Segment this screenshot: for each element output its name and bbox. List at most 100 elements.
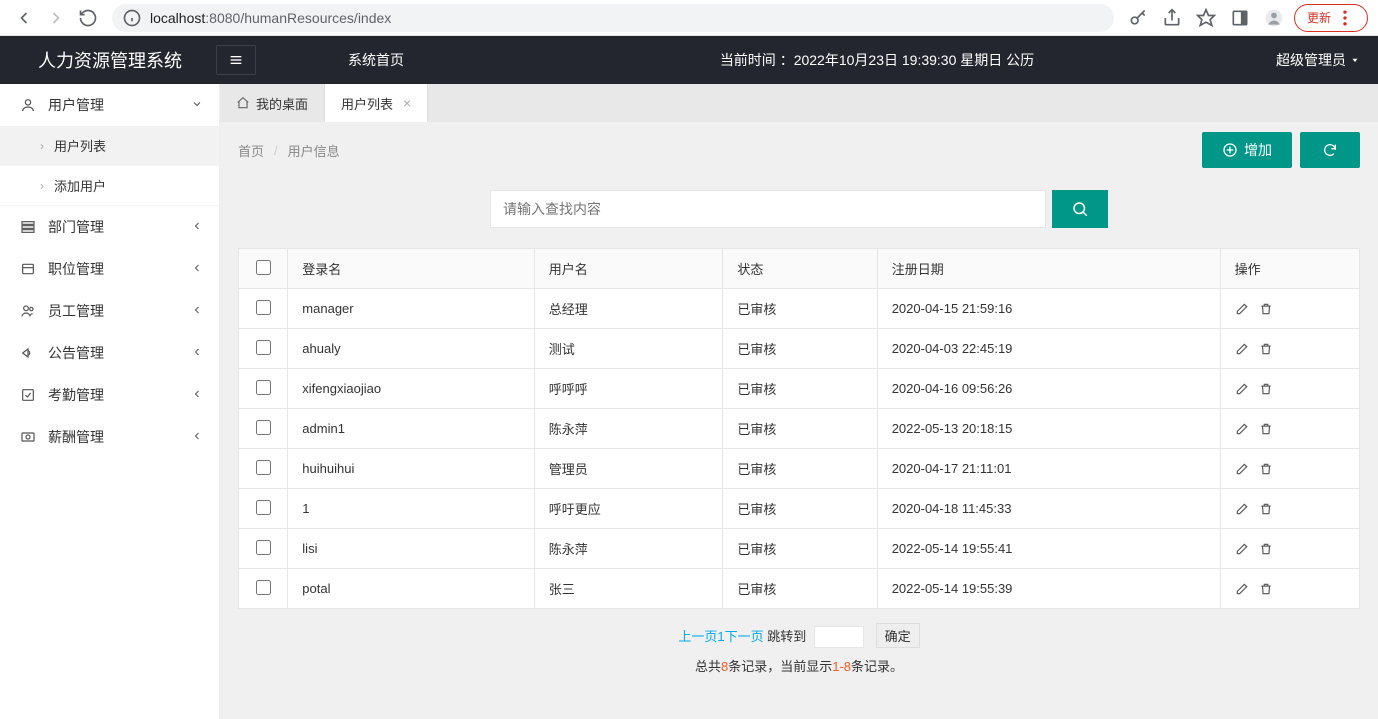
sidebar-item-label: 部门管理 <box>48 217 104 237</box>
delete-icon[interactable] <box>1259 502 1273 516</box>
browser-reload-button[interactable] <box>74 4 102 32</box>
pager-confirm-button[interactable]: 确定 <box>876 623 920 648</box>
row-checkbox[interactable] <box>256 540 271 555</box>
refresh-icon <box>1322 142 1338 158</box>
sidebar-item-label: 员工管理 <box>48 301 104 321</box>
row-actions <box>1235 462 1345 476</box>
user-menu[interactable]: 超级管理员 <box>1258 36 1378 84</box>
cell-status: 已审核 <box>723 289 877 329</box>
add-button[interactable]: 增加 <box>1202 132 1292 168</box>
url-port: :8080 <box>205 10 240 26</box>
browser-url-box[interactable]: localhost:8080/humanResources/index <box>112 4 1114 32</box>
edit-icon[interactable] <box>1235 302 1249 316</box>
row-checkbox[interactable] <box>256 380 271 395</box>
edit-icon[interactable] <box>1235 342 1249 356</box>
table-header-row: 登录名 用户名 状态 注册日期 操作 <box>239 249 1360 289</box>
sidebar-item-user-mgmt[interactable]: 用户管理 <box>0 84 219 126</box>
salary-icon <box>20 429 36 445</box>
pager-summary: 总共8条记录，当前显示1-8条记录。 <box>238 652 1360 679</box>
panel-icon[interactable] <box>1226 4 1254 32</box>
user-icon <box>20 97 36 113</box>
th-date: 注册日期 <box>877 249 1220 289</box>
row-checkbox[interactable] <box>256 340 271 355</box>
table-row: huihuihui管理员已审核2020-04-17 21:11:01 <box>239 449 1360 489</box>
pager-page[interactable]: 1 <box>717 629 724 644</box>
row-actions <box>1235 382 1345 396</box>
sidebar-item-attendance-mgmt[interactable]: 考勤管理 <box>0 374 219 416</box>
chevron-left-icon <box>191 304 203 316</box>
sidebar-item-label: 考勤管理 <box>48 385 104 405</box>
cell-date: 2022-05-14 19:55:39 <box>877 569 1220 609</box>
pager-next[interactable]: 下一页 <box>725 629 764 644</box>
sidebar-item-position-mgmt[interactable]: 职位管理 <box>0 248 219 290</box>
sidebar-item-label: 用户管理 <box>48 95 104 115</box>
sidebar-item-employee-mgmt[interactable]: 员工管理 <box>0 290 219 332</box>
cell-username: 管理员 <box>534 449 723 489</box>
edit-icon[interactable] <box>1235 582 1249 596</box>
cell-status: 已审核 <box>723 449 877 489</box>
browser-forward-button[interactable] <box>42 4 70 32</box>
sidebar-item-dept-mgmt[interactable]: 部门管理 <box>0 206 219 248</box>
th-status: 状态 <box>723 249 877 289</box>
star-icon[interactable] <box>1192 4 1220 32</box>
select-all-checkbox[interactable] <box>256 260 271 275</box>
delete-icon[interactable] <box>1259 462 1273 476</box>
nav-home-link[interactable]: 系统首页 <box>256 50 496 70</box>
browser-back-button[interactable] <box>10 4 38 32</box>
home-icon <box>236 96 250 110</box>
browser-update-button[interactable]: 更新 <box>1294 4 1368 32</box>
delete-icon[interactable] <box>1259 302 1273 316</box>
cell-date: 2022-05-13 20:18:15 <box>877 409 1220 449</box>
search-input[interactable] <box>490 190 1046 228</box>
sidebar-item-notice-mgmt[interactable]: 公告管理 <box>0 332 219 374</box>
chevron-left-icon <box>191 388 203 400</box>
cell-date: 2020-04-03 22:45:19 <box>877 329 1220 369</box>
edit-icon[interactable] <box>1235 502 1249 516</box>
sidebar-item-salary-mgmt[interactable]: 薪酬管理 <box>0 416 219 458</box>
tab-home[interactable]: 我的桌面 <box>220 84 325 122</box>
row-actions <box>1235 422 1345 436</box>
delete-icon[interactable] <box>1259 382 1273 396</box>
cell-login: lisi <box>288 529 534 569</box>
delete-icon[interactable] <box>1259 582 1273 596</box>
breadcrumb-home[interactable]: 首页 <box>238 141 264 160</box>
sidebar-sub-user-list[interactable]: ›用户列表 <box>0 126 219 166</box>
edit-icon[interactable] <box>1235 382 1249 396</box>
sidebar-item-label: 薪酬管理 <box>48 427 104 447</box>
share-icon[interactable] <box>1158 4 1186 32</box>
profile-icon[interactable] <box>1260 4 1288 32</box>
row-checkbox[interactable] <box>256 580 271 595</box>
cell-username: 陈永萍 <box>534 529 723 569</box>
cell-login: xifengxiaojiao <box>288 369 534 409</box>
cell-date: 2020-04-15 21:59:16 <box>877 289 1220 329</box>
edit-icon[interactable] <box>1235 542 1249 556</box>
delete-icon[interactable] <box>1259 342 1273 356</box>
close-icon[interactable]: × <box>403 96 411 110</box>
pager-prev[interactable]: 上一页 <box>678 629 717 644</box>
sidebar-sub-label: 用户列表 <box>54 136 106 155</box>
sidebar-toggle-button[interactable] <box>216 45 256 75</box>
row-checkbox[interactable] <box>256 300 271 315</box>
chevron-left-icon <box>191 346 203 358</box>
edit-icon[interactable] <box>1235 422 1249 436</box>
th-ops: 操作 <box>1220 249 1359 289</box>
search-button[interactable] <box>1052 190 1108 228</box>
sidebar-sub-user-add[interactable]: ›添加用户 <box>0 166 219 206</box>
key-icon[interactable] <box>1124 4 1152 32</box>
breadcrumb-current: 用户信息 <box>288 141 340 160</box>
row-checkbox[interactable] <box>256 460 271 475</box>
tab-user-list[interactable]: 用户列表 × <box>325 84 428 122</box>
delete-icon[interactable] <box>1259 542 1273 556</box>
row-checkbox[interactable] <box>256 420 271 435</box>
chevron-left-icon <box>191 430 203 442</box>
sidebar-item-label: 公告管理 <box>48 343 104 363</box>
edit-icon[interactable] <box>1235 462 1249 476</box>
refresh-button[interactable] <box>1300 132 1360 168</box>
notice-icon <box>20 345 36 361</box>
pager-jump-input[interactable] <box>814 626 864 648</box>
pager-jump-label: 跳转到 <box>767 629 806 644</box>
table-row: lisi陈永萍已审核2022-05-14 19:55:41 <box>239 529 1360 569</box>
row-checkbox[interactable] <box>256 500 271 515</box>
delete-icon[interactable] <box>1259 422 1273 436</box>
search-icon <box>1071 200 1089 218</box>
